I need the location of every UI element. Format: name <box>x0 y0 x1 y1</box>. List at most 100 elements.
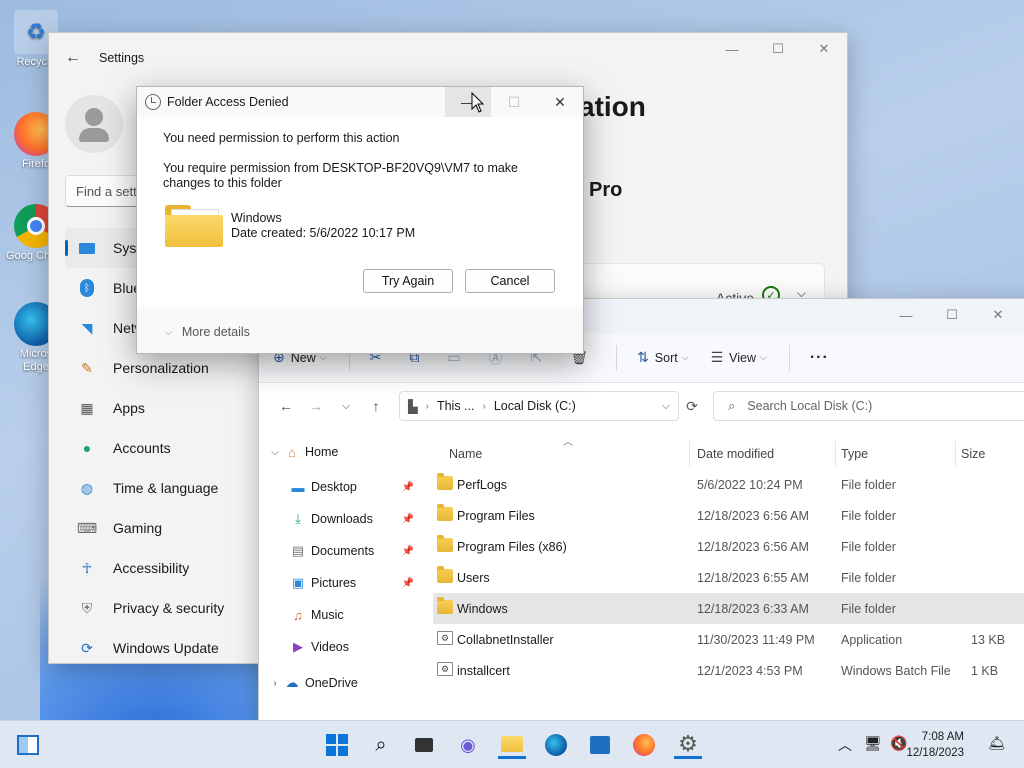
nav-item-label: Apps <box>113 400 145 416</box>
edge-icon[interactable] <box>542 731 570 759</box>
column-header-size[interactable]: Size <box>961 447 985 461</box>
home-icon: ⌂ <box>288 444 296 460</box>
tree-item-pictures[interactable]: ▣ Pictures 📌 <box>259 567 434 599</box>
nav-item-gaming[interactable]: ⌨ Gaming <box>65 508 265 548</box>
table-row[interactable]: ⚙ installcert 12/1/2023 4:53 PM Windows Bat… <box>433 655 1024 686</box>
tree-item-label: Downloads <box>311 512 373 526</box>
maximize-button[interactable]: ☐ <box>755 33 801 65</box>
cell-date: 12/18/2023 6:56 AM <box>697 540 809 554</box>
tree-item-label: OneDrive <box>305 676 358 690</box>
table-row[interactable]: Program Files (x86) 12/18/2023 6:56 AM Fil… <box>433 531 1024 562</box>
table-row[interactable]: Windows 12/18/2023 6:33 AM File folder <box>433 593 1024 624</box>
view-label: View <box>729 350 756 365</box>
tree-item-downloads[interactable]: ⤓ Downloads 📌 <box>259 503 434 535</box>
tree-item-onedrive[interactable]: › ☁ OneDrive <box>259 667 434 699</box>
apps-icon: ▦ <box>80 399 94 416</box>
column-header-type[interactable]: Type <box>841 447 868 461</box>
nav-item-privacy[interactable]: ⛨ Privacy & security <box>65 588 265 628</box>
more-options-button[interactable]: ··· <box>810 349 829 367</box>
try-again-button[interactable]: Try Again <box>363 269 453 293</box>
firefox-icon[interactable] <box>630 731 658 759</box>
cell-name: Program Files (x86) <box>457 540 567 554</box>
table-row[interactable]: ⚙ CollabnetInstaller 11/30/2023 11:49 PM Ap… <box>433 624 1024 655</box>
tree-item-videos[interactable]: ▶ Videos <box>259 631 434 663</box>
close-button[interactable]: ✕ <box>537 87 583 117</box>
videos-icon: ▶ <box>293 639 303 654</box>
nav-item-accessibility[interactable]: ☥ Accessibility <box>65 548 265 588</box>
breadcrumb-this-pc[interactable]: This ... <box>437 399 475 413</box>
search-placeholder: Search Local Disk (C:) <box>747 399 873 413</box>
navigation-pane: ⌵ ⌂ Home ▬ Desktop 📌 ⤓ Downloads 📌 ▤ Doc… <box>259 439 434 699</box>
close-button[interactable]: ✕ <box>801 33 847 65</box>
nav-item-label: Privacy & security <box>113 600 225 616</box>
recent-dropdown-icon[interactable]: ⌵ <box>331 400 361 413</box>
shield-icon: ⛨ <box>81 599 93 616</box>
dialog-body: You need permission to perform this acti… <box>137 117 583 307</box>
maximize-button[interactable]: ☐ <box>491 87 537 117</box>
cell-type: File folder <box>841 509 896 523</box>
sort-button[interactable]: ⇅ Sort ⌵ <box>637 349 689 366</box>
minimize-button[interactable]: — <box>883 299 929 331</box>
tree-item-label: Desktop <box>311 480 357 494</box>
chevron-right-icon[interactable]: › <box>267 678 283 689</box>
task-view-icon[interactable] <box>410 731 438 759</box>
back-arrow-icon[interactable]: ← <box>65 49 89 67</box>
column-header-date[interactable]: Date modified <box>697 447 774 461</box>
refresh-icon[interactable]: ⟳ <box>677 398 707 415</box>
store-icon[interactable] <box>586 731 614 759</box>
more-details-toggle[interactable]: ⌵ More details <box>165 325 250 339</box>
nav-item-time-language[interactable]: ◍ Time & language <box>65 468 265 508</box>
up-arrow-icon[interactable]: ↑ <box>361 398 391 414</box>
minimize-button[interactable]: — <box>709 33 755 65</box>
cell-name: Windows <box>457 602 508 616</box>
tree-item-home[interactable]: ⌵ ⌂ Home <box>259 436 434 468</box>
maximize-button[interactable]: ☐ <box>929 299 975 331</box>
column-header-name[interactable]: Name <box>449 447 482 461</box>
start-icon[interactable] <box>323 731 351 759</box>
nav-item-windows-update[interactable]: ⟳ Windows Update <box>65 628 265 668</box>
chat-icon[interactable]: ◉ <box>454 731 482 759</box>
settings-title: Settings <box>99 51 145 65</box>
breadcrumb-local-disk[interactable]: Local Disk (C:) <box>494 399 576 413</box>
page-title: ation <box>579 91 646 122</box>
search-input[interactable]: ⌕ Search Local Disk (C:) <box>713 391 1024 421</box>
chevron-up-icon[interactable]: ︿ <box>838 735 852 755</box>
table-row[interactable]: PerfLogs 5/6/2022 10:24 PM File folder <box>433 469 1024 500</box>
nav-item-accounts[interactable]: ● Accounts <box>65 428 265 468</box>
folder-access-denied-dialog: Folder Access Denied — ☐ ✕ You need perm… <box>136 86 584 354</box>
cell-size: 13 KB <box>971 633 1006 647</box>
cancel-button[interactable]: Cancel <box>465 269 555 293</box>
brush-icon: ✎ <box>81 359 93 376</box>
nav-item-apps[interactable]: ▦ Apps <box>65 388 265 428</box>
update-icon: ⟳ <box>81 639 93 656</box>
settings-gear-icon[interactable]: ⚙ <box>674 731 702 759</box>
notification-icon[interactable]: 🛎 <box>988 735 1006 752</box>
folder-date-created: Date created: 5/6/2022 10:17 PM <box>231 226 416 240</box>
network-icon[interactable]: 🖥 <box>864 735 882 752</box>
nav-item-personalization[interactable]: ✎ Personalization <box>65 348 265 388</box>
close-button[interactable]: ✕ <box>975 299 1021 331</box>
volume-muted-icon[interactable]: 🔇 <box>890 735 907 752</box>
more-details-label: More details <box>181 325 250 339</box>
chevron-down-icon[interactable]: ⌵ <box>662 400 670 413</box>
address-bar[interactable]: ▙ › This ... › Local Disk (C:) ⌵ <box>399 391 679 421</box>
file-explorer-icon[interactable] <box>498 731 526 759</box>
clock-icon <box>145 94 161 110</box>
avatar[interactable] <box>65 95 123 153</box>
clock[interactable]: 7:08 AM 12/18/2023 <box>906 729 964 761</box>
mouse-cursor-icon <box>471 92 485 113</box>
back-arrow-icon[interactable]: ← <box>271 398 301 414</box>
table-row[interactable]: Program Files 12/18/2023 6:56 AM File fold… <box>433 500 1024 531</box>
table-row[interactable]: Users 12/18/2023 6:55 AM File folder <box>433 562 1024 593</box>
batch-file-icon: ⚙ <box>437 662 453 676</box>
controller-icon: ⌨ <box>76 519 98 536</box>
chevron-down-icon[interactable]: ⌵ <box>267 447 283 458</box>
widgets-icon[interactable] <box>14 731 42 759</box>
tree-item-music[interactable]: ♫ Music <box>259 599 434 631</box>
view-button[interactable]: ☰ View ⌵ <box>711 349 767 366</box>
tree-item-documents[interactable]: ▤ Documents 📌 <box>259 535 434 567</box>
cell-name: installcert <box>457 664 510 678</box>
forward-arrow-icon[interactable]: → <box>301 398 331 414</box>
tree-item-desktop[interactable]: ▬ Desktop 📌 <box>259 471 434 503</box>
search-icon[interactable]: ⌕ <box>367 731 395 759</box>
